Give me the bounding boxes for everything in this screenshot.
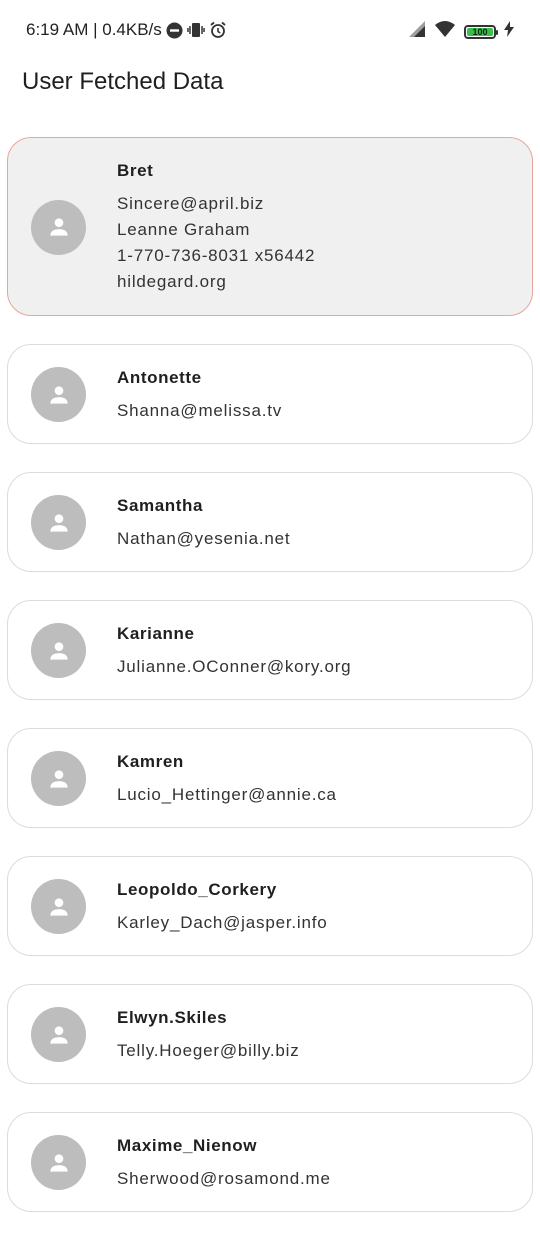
- username: Bret: [117, 161, 154, 180]
- website: hildegard.org: [117, 272, 227, 291]
- status-time-speed: 6:19 AM | 0.4KB/s: [26, 20, 162, 39]
- page-title: User Fetched Data: [22, 68, 224, 95]
- username: Karianne: [117, 624, 195, 643]
- charging-icon: [504, 21, 514, 42]
- email: Shanna@melissa.tv: [117, 401, 283, 420]
- status-left: 6:19 AM | 0.4KB/s: [26, 20, 227, 40]
- person-icon: [31, 751, 86, 806]
- email: Telly.Hoeger@billy.biz: [117, 1041, 300, 1060]
- username: Kamren: [117, 752, 184, 771]
- card-text: Elwyn.Skiles Telly.Hoeger@billy.biz: [117, 1008, 300, 1064]
- person-icon: [31, 495, 86, 550]
- person-icon: [31, 367, 86, 422]
- user-card[interactable]: Bret Sincere@april.biz Leanne Graham 1-7…: [7, 137, 533, 316]
- person-icon: [31, 623, 86, 678]
- email: Sherwood@rosamond.me: [117, 1169, 331, 1188]
- user-card[interactable]: Karianne Julianne.OConner@kory.org: [7, 600, 533, 700]
- user-card[interactable]: Leopoldo_Corkery Karley_Dach@jasper.info: [7, 856, 533, 956]
- user-card[interactable]: Samantha Nathan@yesenia.net: [7, 472, 533, 572]
- card-text: Leopoldo_Corkery Karley_Dach@jasper.info: [117, 880, 327, 936]
- card-text: Maxime_Nienow Sherwood@rosamond.me: [117, 1136, 331, 1192]
- status-right: 100: [408, 20, 514, 43]
- wifi-icon: [434, 20, 456, 43]
- user-card[interactable]: Antonette Shanna@melissa.tv: [7, 344, 533, 444]
- person-icon: [31, 1135, 86, 1190]
- full-name: Leanne Graham: [117, 220, 251, 239]
- person-icon: [31, 199, 86, 255]
- battery-icon: 100: [464, 24, 498, 39]
- battery-level: 100: [472, 26, 488, 37]
- card-text: Karianne Julianne.OConner@kory.org: [117, 624, 351, 680]
- user-card[interactable]: Elwyn.Skiles Telly.Hoeger@billy.biz: [7, 984, 533, 1084]
- email: Karley_Dach@jasper.info: [117, 913, 328, 932]
- username: Samantha: [117, 496, 204, 515]
- user-card[interactable]: Kamren Lucio_Hettinger@annie.ca: [7, 728, 533, 828]
- status-bar: 6:19 AM | 0.4KB/s 100: [0, 0, 540, 62]
- user-list[interactable]: Bret Sincere@april.biz Leanne Graham 1-7…: [7, 137, 533, 1240]
- card-text: Samantha Nathan@yesenia.net: [117, 496, 290, 552]
- card-text: Bret Sincere@april.biz Leanne Graham 1-7…: [117, 161, 315, 295]
- username: Antonette: [117, 368, 202, 387]
- email: Nathan@yesenia.net: [117, 529, 291, 548]
- username: Leopoldo_Corkery: [117, 880, 277, 899]
- user-card[interactable]: Maxime_Nienow Sherwood@rosamond.me: [7, 1112, 533, 1212]
- person-icon: [31, 879, 86, 934]
- card-text: Antonette Shanna@melissa.tv: [117, 368, 282, 424]
- username: Elwyn.Skiles: [117, 1008, 228, 1027]
- email: Lucio_Hettinger@annie.ca: [117, 785, 337, 804]
- email: Sincere@april.biz: [117, 194, 265, 213]
- username: Maxime_Nienow: [117, 1136, 258, 1155]
- email: Julianne.OConner@kory.org: [117, 657, 352, 676]
- card-text: Kamren Lucio_Hettinger@annie.ca: [117, 752, 337, 808]
- alarm-icon: [209, 21, 227, 39]
- person-icon: [31, 1007, 86, 1062]
- phone: 1-770-736-8031 x56442: [117, 246, 316, 265]
- vibrate-icon: [187, 21, 205, 39]
- signal-icon: [408, 20, 426, 43]
- dnd-icon: [166, 22, 183, 39]
